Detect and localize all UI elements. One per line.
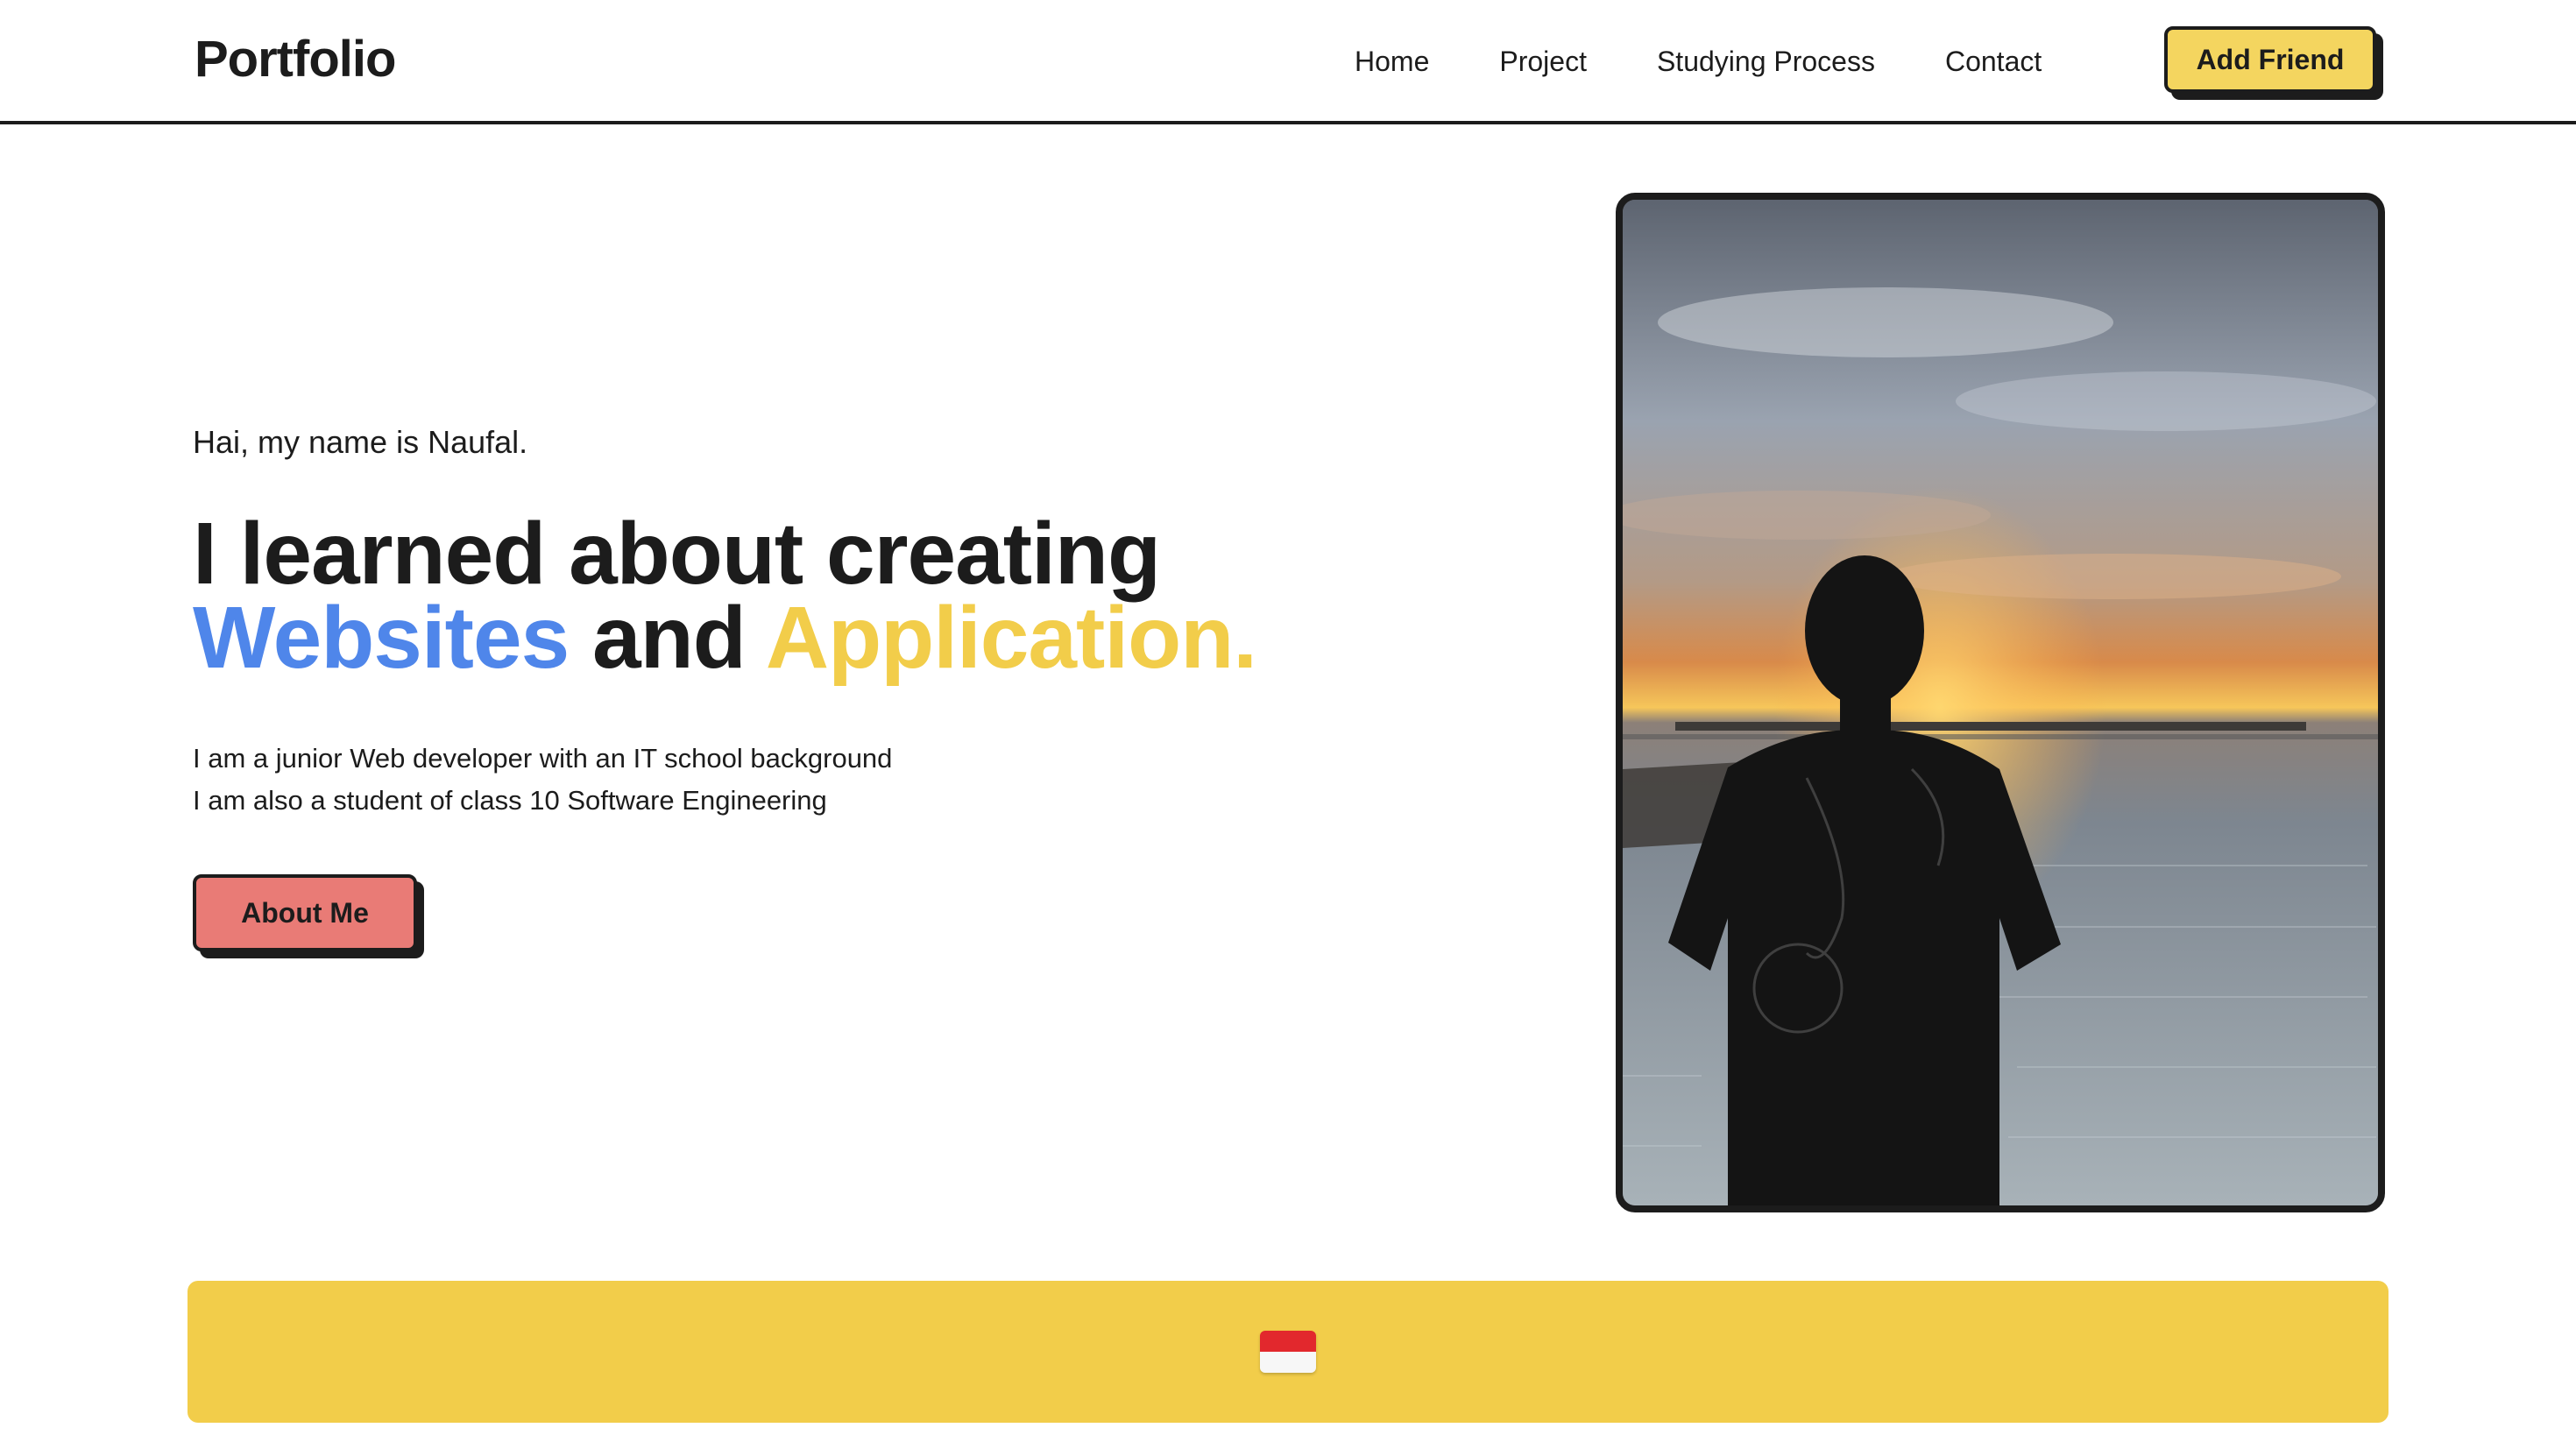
nav-link-contact[interactable]: Contact: [1945, 37, 2042, 86]
hero-headline: I learned about creating Websites and Ap…: [193, 510, 1507, 682]
bio-line-1: I am a junior Web developer with an IT s…: [193, 743, 893, 774]
indonesia-flag-icon: [1260, 1331, 1316, 1373]
flag-banner: [188, 1281, 2388, 1423]
nav-links: Home Project Studying Process Contact: [1355, 37, 2042, 86]
nav-link-project[interactable]: Project: [1499, 37, 1587, 86]
logo[interactable]: Portfolio: [195, 26, 396, 93]
bio-text: I am a junior Web developer with an IT s…: [193, 738, 1507, 822]
hero-intro: Hai, my name is Naufal. I learned about …: [193, 412, 1507, 951]
headline-word-application: Application.: [765, 589, 1257, 687]
about-me-button[interactable]: About Me: [193, 874, 417, 951]
bio-line-2: I am also a student of class 10 Software…: [193, 785, 827, 816]
headline-word-websites: Websites: [193, 589, 570, 687]
headline-word-and: and: [569, 589, 766, 687]
navbar: Portfolio Home Project Studying Process …: [0, 0, 2576, 124]
person-silhouette-sunset-photo-icon: [1623, 200, 2378, 1205]
profile-photo: [1616, 193, 2385, 1212]
nav-link-studying-process[interactable]: Studying Process: [1657, 37, 1875, 86]
greeting-text: Hai, my name is Naufal.: [193, 424, 528, 460]
nav-link-home[interactable]: Home: [1355, 37, 1429, 86]
add-friend-button[interactable]: Add Friend: [2164, 26, 2376, 93]
